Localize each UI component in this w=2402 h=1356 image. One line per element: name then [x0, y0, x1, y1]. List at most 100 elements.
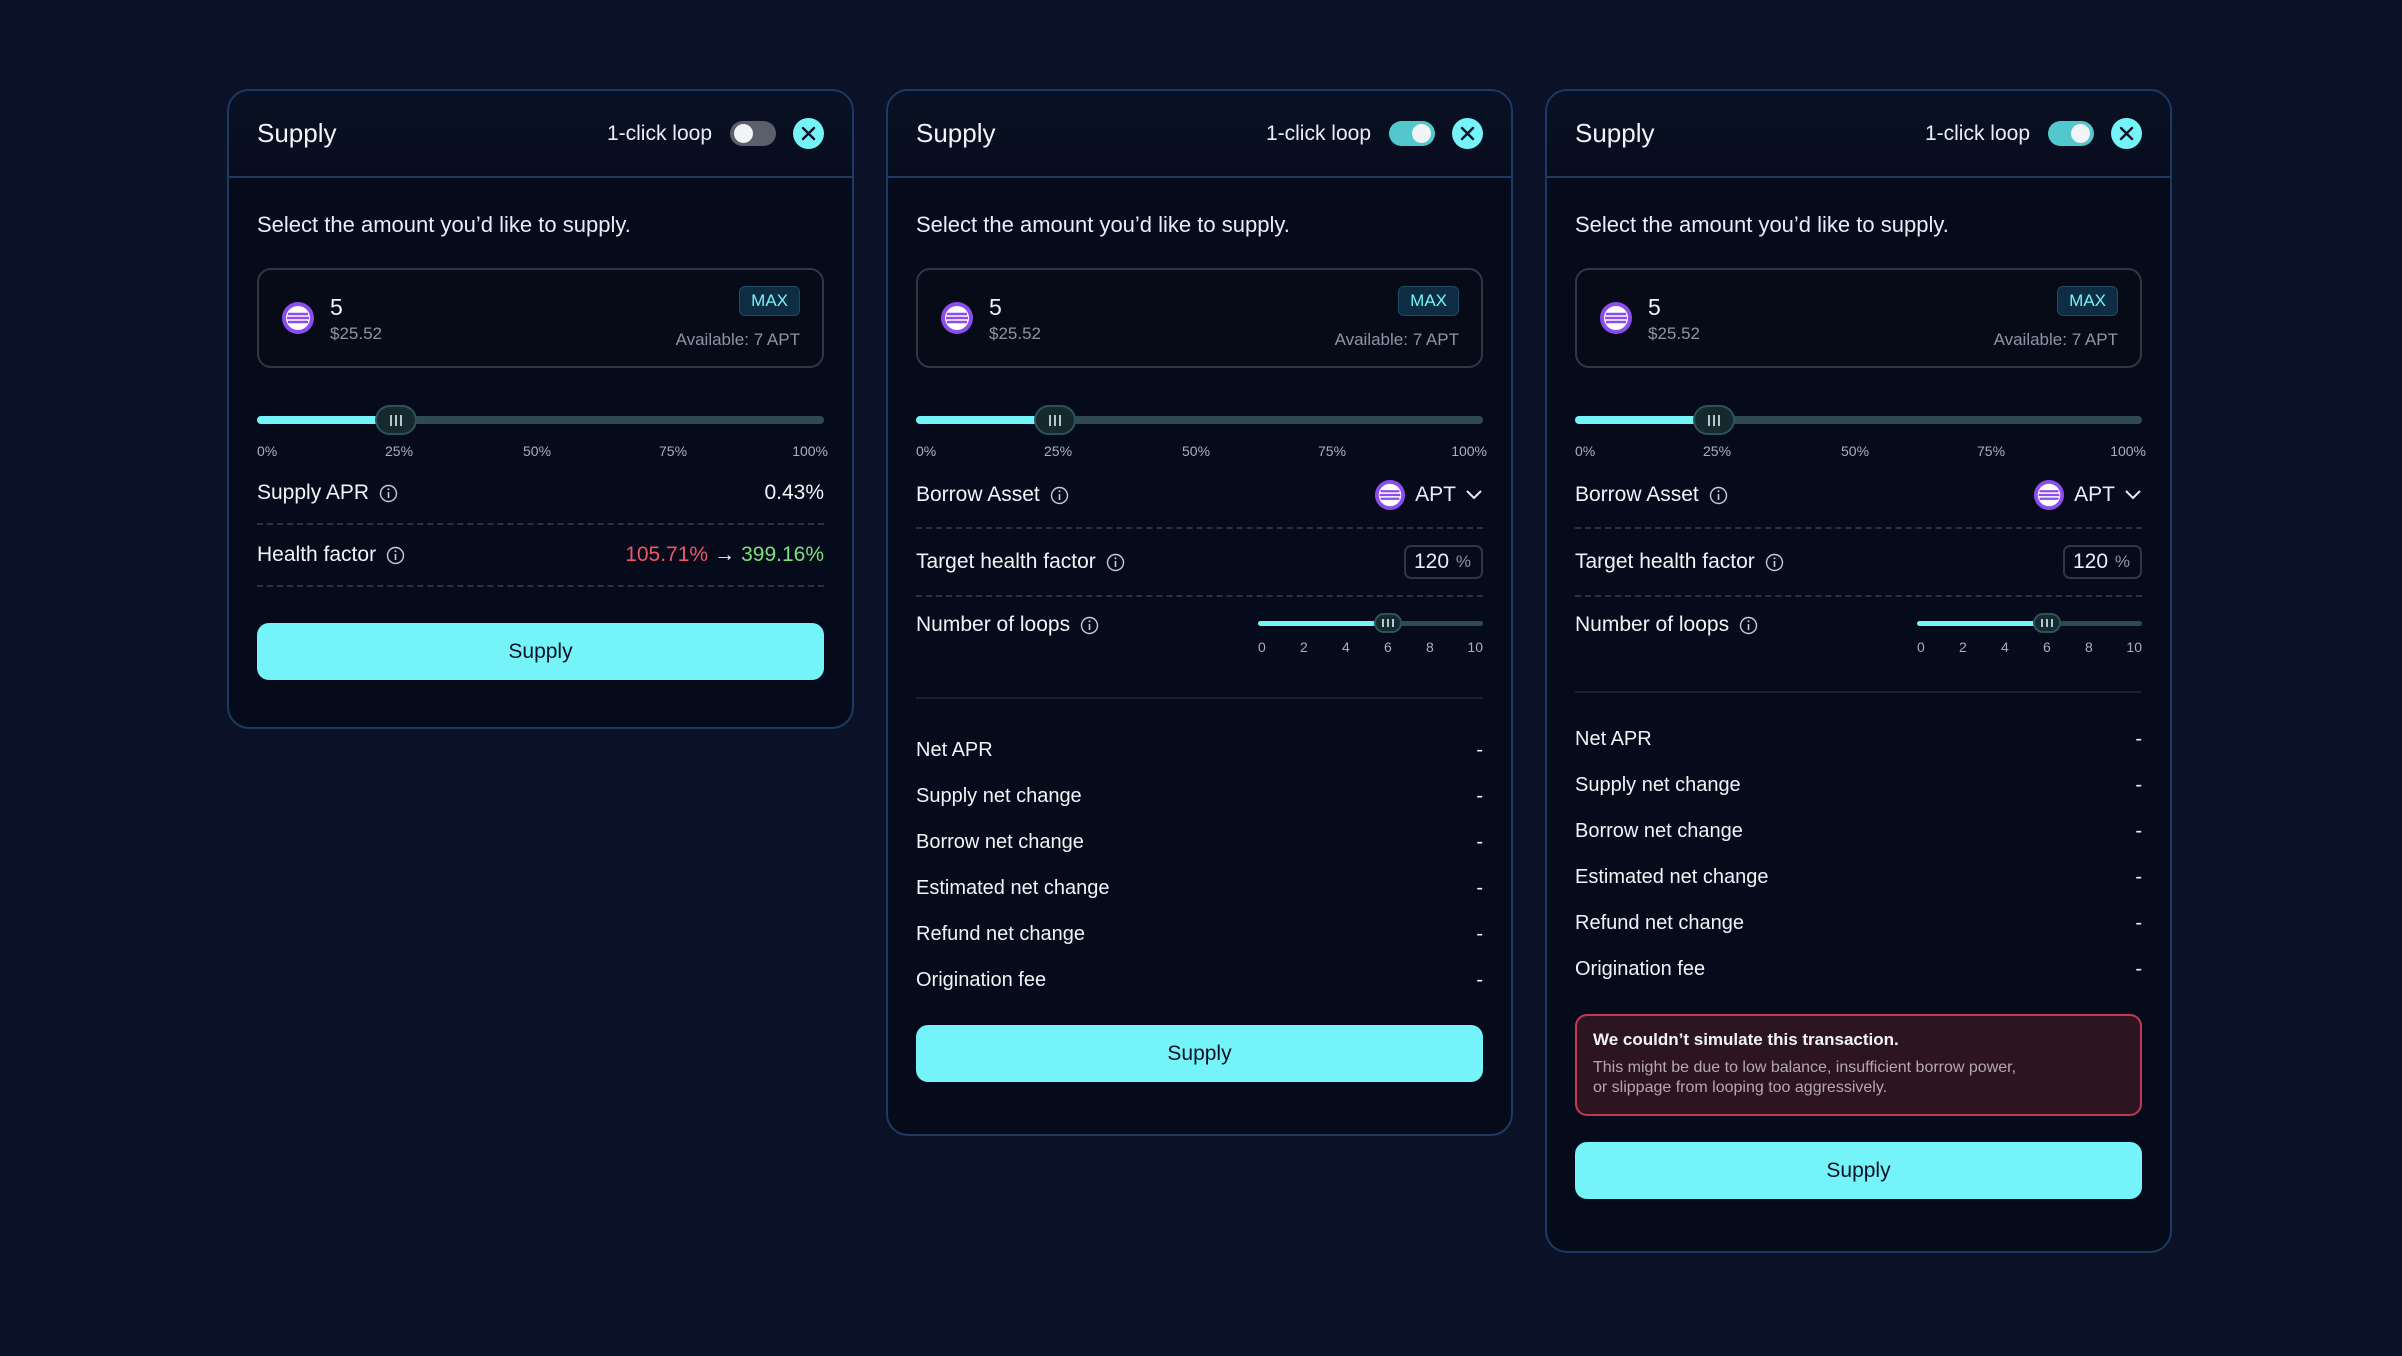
- amount-slider[interactable]: [1575, 401, 2142, 437]
- borrow-asset-select[interactable]: APT: [2033, 479, 2142, 511]
- toggle-knob: [2071, 124, 2090, 143]
- amount-usd: $25.52: [989, 324, 1041, 343]
- close-button[interactable]: [793, 118, 824, 149]
- amount-value[interactable]: 5: [1648, 294, 1661, 321]
- loops-slider[interactable]: 0 2 4 6 8 10: [1258, 613, 1483, 655]
- target-health-factor-value: 120: [2073, 550, 2109, 573]
- amount-value[interactable]: 5: [989, 294, 1002, 321]
- loops-tick-labels: 0 2 4 6 8 10: [1258, 639, 1483, 655]
- percent-unit: %: [2114, 552, 2130, 571]
- chevron-down-icon: [1466, 490, 1482, 500]
- summary-row: Estimated net change -: [916, 876, 1483, 899]
- panel-title: Supply: [1575, 118, 1655, 148]
- borrow-asset-label: Borrow Asset: [1575, 483, 1699, 506]
- loop-toggle[interactable]: [2048, 121, 2094, 146]
- amount-slider[interactable]: [916, 401, 1483, 437]
- supply-button[interactable]: Supply: [1575, 1142, 2142, 1199]
- tick-label: 2: [1300, 639, 1308, 655]
- info-icon[interactable]: [379, 484, 398, 503]
- panel-body: Select the amount you’d like to supply. …: [229, 212, 852, 707]
- toggle-knob: [734, 124, 753, 143]
- borrow-asset-select[interactable]: APT: [1374, 479, 1483, 511]
- amount-input-box[interactable]: 5 $25.52 MAX Available: 7 APT: [257, 268, 824, 368]
- number-of-loops-row: Number of loops 0 2 4 6 8 10: [1575, 597, 2142, 693]
- close-icon: [2119, 126, 2134, 141]
- tick-label: 10: [1467, 639, 1483, 655]
- target-health-factor-input[interactable]: 120 %: [1404, 545, 1483, 579]
- amount-usd: $25.52: [330, 324, 382, 343]
- close-button[interactable]: [2111, 118, 2142, 149]
- tick-label: 0: [1917, 639, 1925, 655]
- info-icon[interactable]: [1765, 553, 1784, 572]
- target-health-factor-label: Target health factor: [1575, 550, 1755, 573]
- borrow-asset-row: Borrow Asset APT: [1575, 463, 2142, 529]
- aptos-token-icon: [941, 302, 973, 334]
- simulation-error-alert: We couldn’t simulate this transaction. T…: [1575, 1014, 2142, 1116]
- info-icon[interactable]: [386, 546, 405, 565]
- info-icon[interactable]: [1739, 616, 1758, 635]
- target-health-factor-row: Target health factor 120 %: [1575, 529, 2142, 597]
- slider-thumb[interactable]: [1034, 405, 1076, 435]
- panel-header: Supply 1-click loop: [888, 91, 1511, 178]
- summary-row: Supply net change -: [1575, 773, 2142, 796]
- grip-icon: [2041, 619, 2053, 627]
- loop-toggle-label: 1-click loop: [1265, 121, 1371, 145]
- aptos-token-icon: [1375, 479, 1406, 511]
- slider-tick-labels: 0% 25% 50% 75% 100%: [257, 443, 828, 463]
- loop-toggle-label: 1-click loop: [1924, 121, 2030, 145]
- tick-label: 0%: [257, 443, 278, 459]
- max-button[interactable]: MAX: [739, 286, 800, 316]
- tick-label: 6: [2043, 639, 2051, 655]
- info-icon[interactable]: [1050, 486, 1069, 505]
- supply-button[interactable]: Supply: [257, 623, 824, 680]
- health-factor-current: 105.71%: [625, 543, 709, 566]
- health-factor-new: 399.16%: [741, 543, 824, 566]
- summary-row: Origination fee -: [916, 968, 1483, 991]
- panel-header: Supply 1-click loop: [1547, 91, 2170, 178]
- info-icon[interactable]: [1106, 553, 1125, 572]
- max-button[interactable]: MAX: [2057, 286, 2118, 316]
- loops-slider[interactable]: 0 2 4 6 8 10: [1917, 613, 2142, 655]
- instruction-text: Select the amount you’d like to supply.: [916, 212, 1290, 237]
- close-button[interactable]: [1452, 118, 1483, 149]
- tick-label: 8: [2085, 639, 2093, 655]
- tick-label: 100%: [792, 443, 828, 459]
- tick-label: 75%: [1318, 443, 1347, 459]
- amount-input-box[interactable]: 5 $25.52 MAX Available: 7 APT: [916, 268, 1483, 368]
- amount-value[interactable]: 5: [330, 294, 343, 321]
- slider-thumb[interactable]: [1374, 613, 1402, 633]
- grip-icon: [1708, 414, 1720, 426]
- loop-toggle-label: 1-click loop: [606, 121, 712, 145]
- panel-title: Supply: [257, 118, 337, 148]
- target-health-factor-input[interactable]: 120 %: [2063, 545, 2142, 579]
- max-button[interactable]: MAX: [1398, 286, 1459, 316]
- slider-thumb[interactable]: [1693, 405, 1735, 435]
- supply-apr-label: Supply APR: [257, 481, 370, 504]
- loop-toggle[interactable]: [730, 121, 776, 146]
- slider-thumb[interactable]: [2033, 613, 2061, 633]
- loop-toggle[interactable]: [1389, 121, 1435, 146]
- health-factor-label: Health factor: [257, 543, 377, 566]
- amount-input-box[interactable]: 5 $25.52 MAX Available: 7 APT: [1575, 268, 2142, 368]
- borrow-asset-row: Borrow Asset APT: [916, 463, 1483, 529]
- amount-slider[interactable]: [257, 401, 824, 437]
- chevron-down-icon: [2125, 490, 2141, 500]
- supply-apr-value: 0.43%: [764, 481, 824, 504]
- target-health-factor-row: Target health factor 120 %: [916, 529, 1483, 597]
- tick-label: 25%: [1703, 443, 1732, 459]
- tick-label: 50%: [523, 443, 552, 459]
- tick-label: 4: [1342, 639, 1350, 655]
- tick-label: 75%: [1977, 443, 2006, 459]
- info-icon[interactable]: [1080, 616, 1099, 635]
- summary-row: Net APR -: [1575, 727, 2142, 750]
- grip-icon: [390, 414, 402, 426]
- grip-icon: [1382, 619, 1394, 627]
- slider-thumb[interactable]: [375, 405, 417, 435]
- available-balance: Available: 7 APT: [1334, 330, 1459, 349]
- info-icon[interactable]: [1709, 486, 1728, 505]
- supply-button[interactable]: Supply: [916, 1025, 1483, 1082]
- borrow-asset-label: Borrow Asset: [916, 483, 1040, 506]
- number-of-loops-label: Number of loops: [916, 613, 1071, 636]
- panel-body: Select the amount you’d like to supply. …: [1547, 212, 2170, 1226]
- tick-label: 75%: [659, 443, 688, 459]
